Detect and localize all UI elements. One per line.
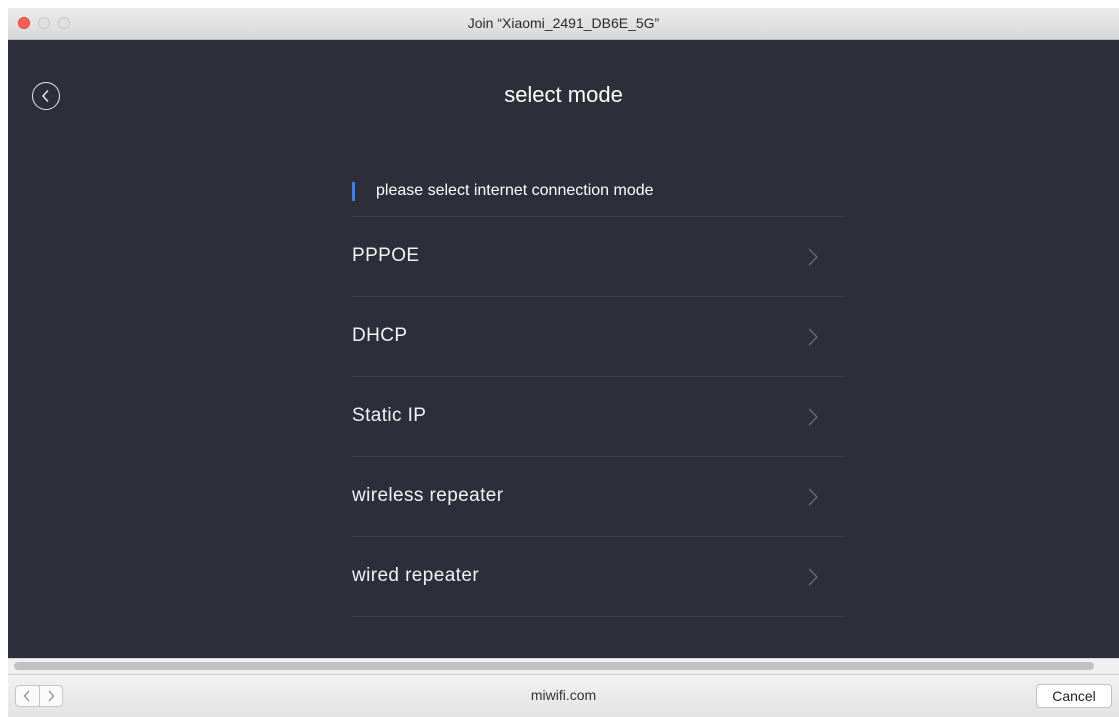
chevron-right-icon — [808, 568, 818, 586]
mode-item-pppoe[interactable]: PPPOE — [352, 217, 844, 297]
mode-list: please select internet connection mode P… — [352, 168, 844, 617]
mode-item-static-ip[interactable]: Static IP — [352, 377, 844, 457]
mode-item-label: DHCP — [352, 325, 408, 346]
chevron-right-icon — [808, 488, 818, 506]
window-title: Join “Xiaomi_2491_DB6E_5G” — [467, 15, 660, 31]
chevron-right-icon — [808, 408, 818, 426]
section-header: please select internet connection mode — [352, 168, 844, 217]
mode-item-wired-repeater[interactable]: wired repeater — [352, 537, 844, 617]
page-title: select mode — [504, 82, 623, 107]
bottom-bar: miwifi.com Cancel — [8, 674, 1119, 717]
horizontal-scrollbar[interactable] — [8, 658, 1119, 674]
mode-item-label: wired repeater — [352, 565, 480, 586]
page-url: miwifi.com — [530, 687, 597, 703]
mode-item-wireless-repeater[interactable]: wireless repeater — [352, 457, 844, 537]
title-bar: Join “Xiaomi_2491_DB6E_5G” — [8, 8, 1119, 40]
mode-item-label: Static IP — [352, 405, 427, 426]
scrollbar-thumb[interactable] — [14, 662, 1094, 670]
section-accent-bar — [352, 182, 355, 201]
join-network-window: Join “Xiaomi_2491_DB6E_5G” select mode p… — [8, 8, 1119, 717]
mode-item-dhcp[interactable]: DHCP — [352, 297, 844, 377]
mode-item-label: wireless repeater — [352, 485, 504, 506]
cancel-button[interactable]: Cancel — [1036, 684, 1112, 708]
section-header-text: please select internet connection mode — [376, 182, 654, 199]
page-content: select mode please select internet conne… — [8, 40, 1119, 658]
mode-item-label: PPPOE — [352, 245, 420, 266]
chevron-right-icon — [808, 328, 818, 346]
chevron-right-icon — [808, 248, 818, 266]
